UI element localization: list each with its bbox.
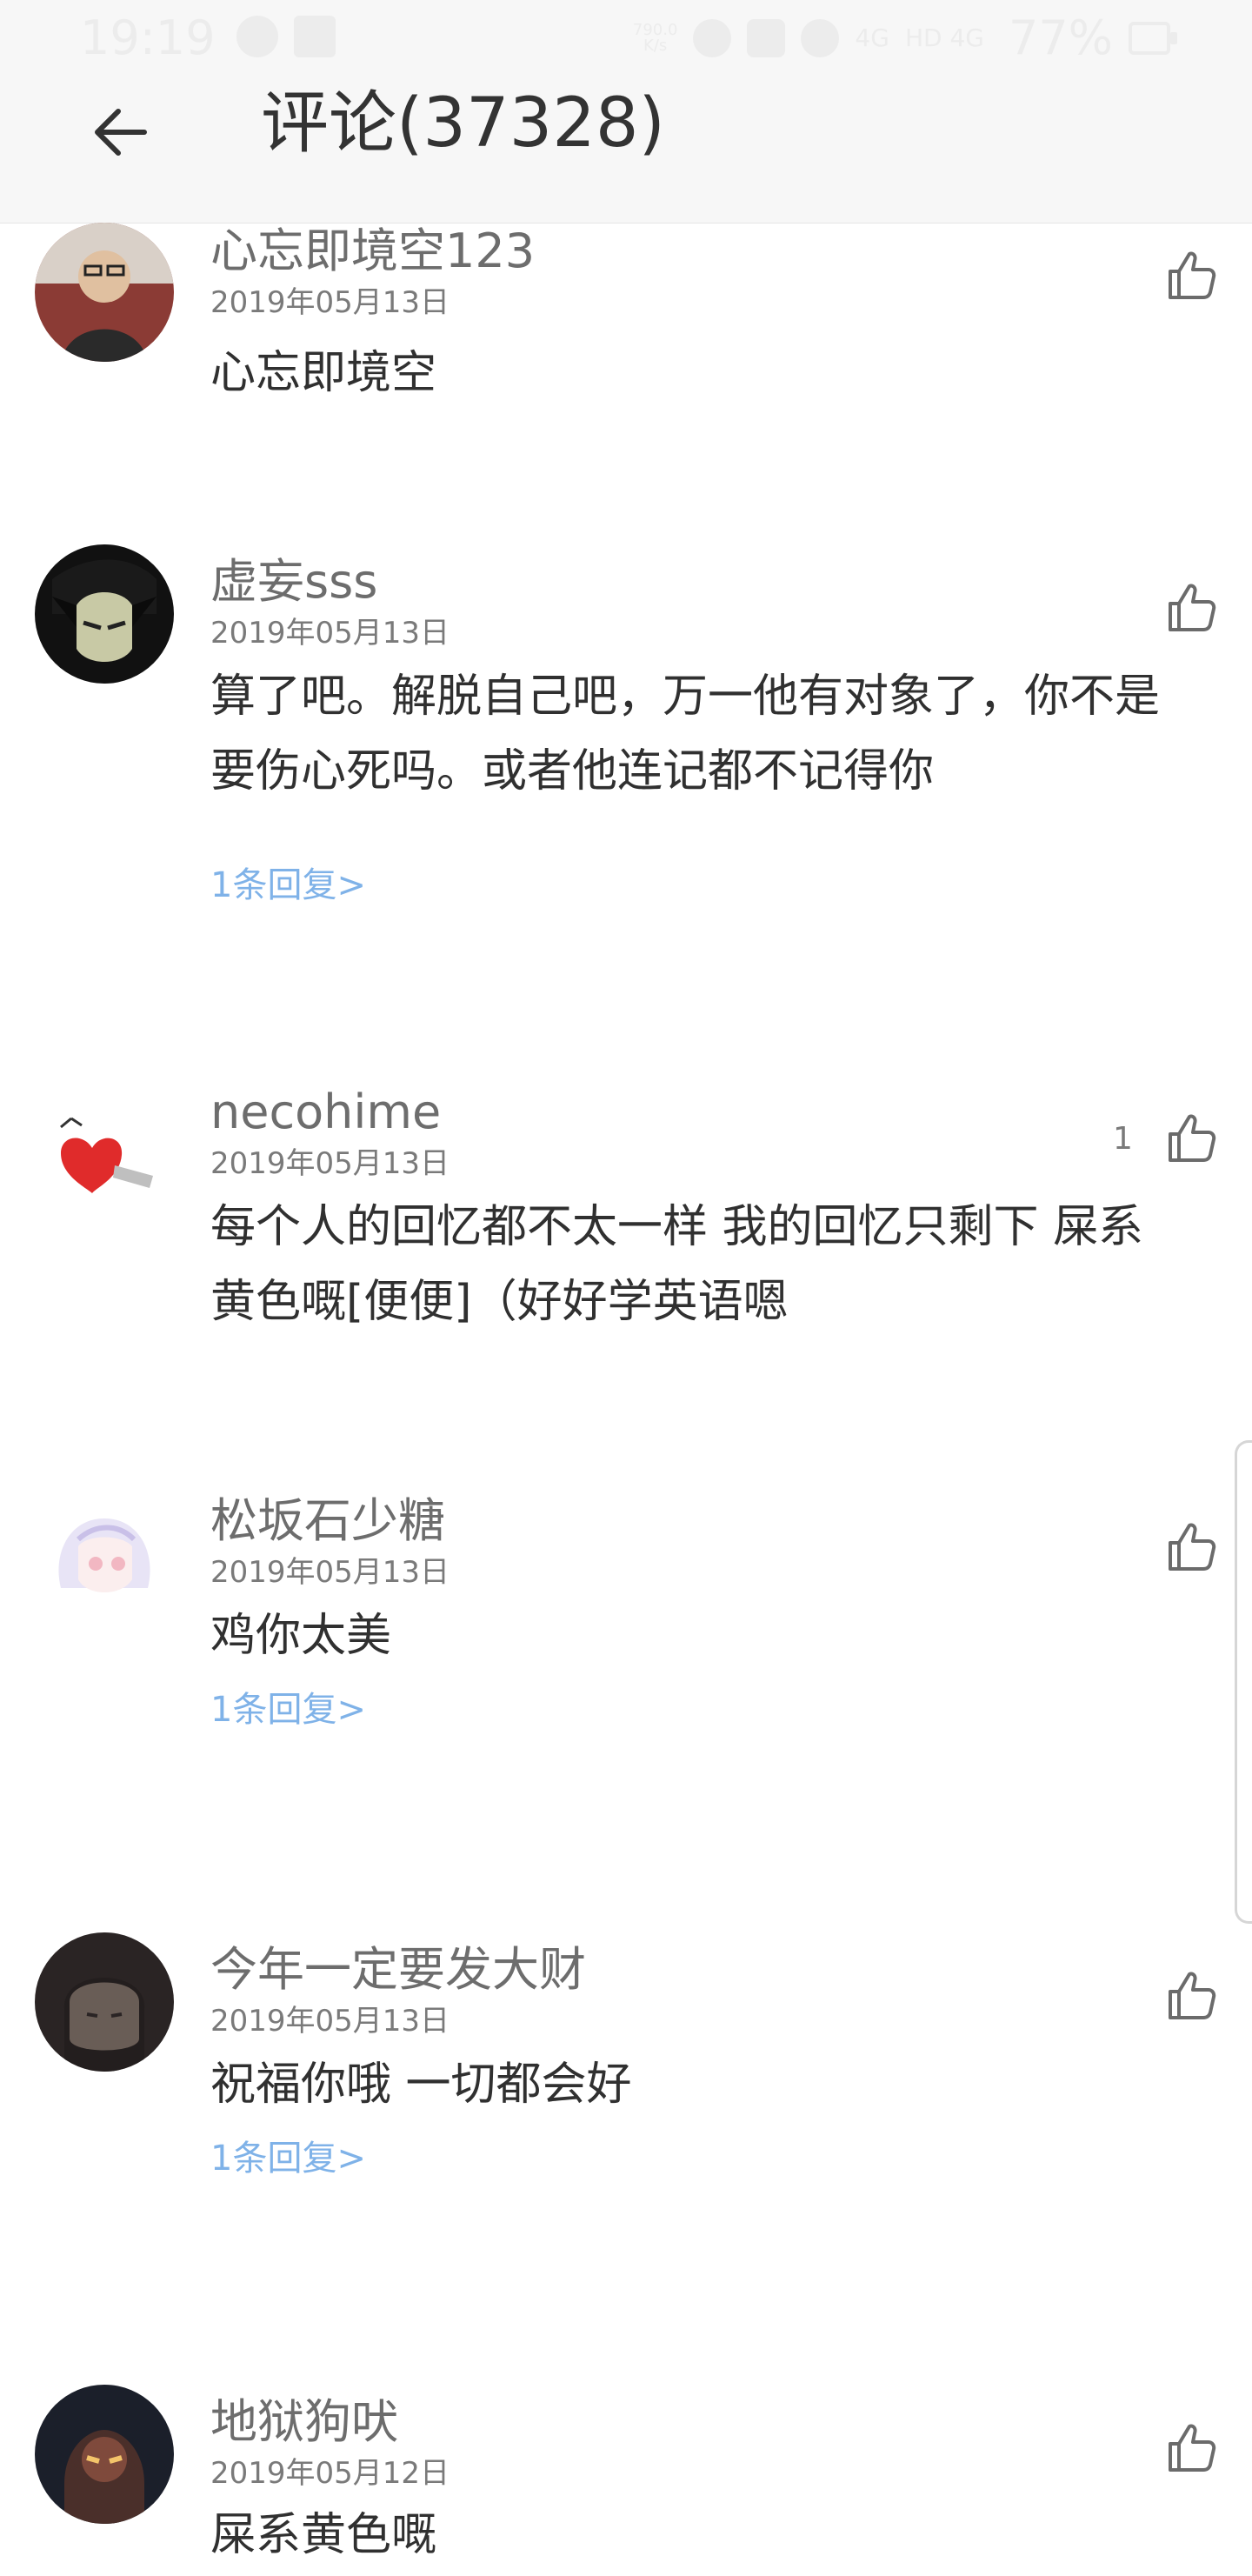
comment-item: 虚妄sss 2019年05月13日 算了吧。解脱自己吧，万一他有对象了，你不是要… [0,544,1252,1084]
avatar[interactable] [35,1484,174,1623]
thumbs-up-icon [1169,2424,1216,2472]
comment-item: 地狱狗吠 2019年05月12日 屎系黄色嘅 [0,2385,1252,2576]
status-time: 19:19 [80,10,216,65]
comment-content: 算了吧。解脱自己吧，万一他有对象了，你不是要伤心死吗。或者他连记都不记得你 [210,671,1161,797]
like-button[interactable] [1165,249,1219,303]
comment-username[interactable]: 松坂石少糖 [210,1492,445,1550]
like-button[interactable] [1165,581,1219,635]
thumbs-up-icon [1169,1523,1216,1571]
thumbs-up-icon [1169,1114,1216,1162]
comment-item: 心忘即境空123 2019年05月13日 心忘即境空 [0,223,1252,553]
thumbs-up-icon [1169,1972,1216,2019]
back-button[interactable] [83,96,156,169]
comment-item: 松坂石少糖 2019年05月13日 鸡你太美 1条回复> [0,1484,1252,1936]
like-count: 1 [1113,1121,1133,1157]
bluetooth-icon [747,18,786,57]
like-button[interactable] [1165,2421,1219,2475]
reply-link[interactable]: 1条回复> [210,1689,366,1731]
comment-date: 2019年05月13日 [210,2004,450,2039]
user-avatar-5 [35,1932,174,2072]
comment-item: necohime 2019年05月13日 1 每个人的回忆都不太一样 我的回忆只… [0,1075,1252,1484]
top-bar: 19:19 790.0 K/s 4G HD 4G 77% 评论(37328) [0,0,1252,224]
comment-username[interactable]: 虚妄sss [210,553,377,611]
status-right: 790.0 K/s 4G HD 4G 77% [632,10,1177,65]
avatar[interactable] [35,544,174,684]
comment-date: 2019年05月13日 [210,1555,450,1590]
comment-content: 祝福你哦 一切都会好 [210,2059,632,2111]
like-button[interactable] [1165,1111,1219,1165]
battery-percent: 77% [1008,10,1113,65]
comment-content: 鸡你太美 [210,1610,392,1662]
status-bar: 19:19 790.0 K/s 4G HD 4G 77% [0,0,1252,78]
status-notification-icons [236,16,336,57]
comment-username[interactable]: 地狱狗吠 [210,2393,398,2451]
alarm-icon [693,18,732,57]
network-speed-value: 790.0 [632,20,678,39]
arrow-left-icon [95,109,147,156]
battery-icon [1129,21,1177,55]
comment-date: 2019年05月13日 [210,616,450,651]
like-button[interactable] [1165,1520,1219,1574]
reply-link[interactable]: 1条回复> [210,2138,366,2179]
comment-content: 每个人的回忆都不太一样 我的回忆只剩下 屎系黄色嘅[便便]（好好学英语嗯 [210,1201,1144,1328]
avatar[interactable] [35,2385,174,2524]
signal-hd-4g-label: HD 4G [904,23,984,52]
user-avatar-3 [35,1075,174,1214]
thumbs-up-icon [1169,584,1216,631]
network-speed-unit: K/s [643,36,668,55]
comment-content: 心忘即境空 [210,347,437,399]
avatar[interactable] [35,1075,174,1214]
comment-date: 2019年05月13日 [210,285,450,320]
user-avatar-6 [35,2385,174,2524]
scroll-handle[interactable] [1235,1440,1252,1924]
like-button[interactable] [1165,1969,1219,2023]
avatar[interactable] [35,223,174,362]
user-avatar-2 [35,544,174,684]
notification-alert-icon [236,16,278,57]
comment-date: 2019年05月13日 [210,1146,450,1181]
user-avatar-4 [35,1484,174,1623]
thumbs-up-icon [1169,251,1216,299]
wifi-icon [801,18,840,57]
avatar[interactable] [35,1932,174,2072]
mail-icon [294,16,336,57]
comment-item: 今年一定要发大财 2019年05月13日 祝福你哦 一切都会好 1条回复> [0,1932,1252,2385]
user-avatar-1 [35,223,174,362]
comment-username[interactable]: 心忘即境空123 [210,223,535,280]
comments-list[interactable]: 心忘即境空123 2019年05月13日 心忘即境空 虚妄sss 2019年05… [0,223,1252,2574]
page-title: 评论(37328) [261,84,665,163]
comment-username[interactable]: necohime [210,1084,441,1141]
reply-link[interactable]: 1条回复> [210,864,366,906]
comment-content: 屎系黄色嘅 [210,2509,437,2561]
network-speed: 790.0 K/s [632,20,678,55]
comment-username[interactable]: 今年一定要发大财 [210,1941,586,1999]
comment-date: 2019年05月12日 [210,2456,450,2491]
signal-4g-label: 4G [855,23,889,52]
